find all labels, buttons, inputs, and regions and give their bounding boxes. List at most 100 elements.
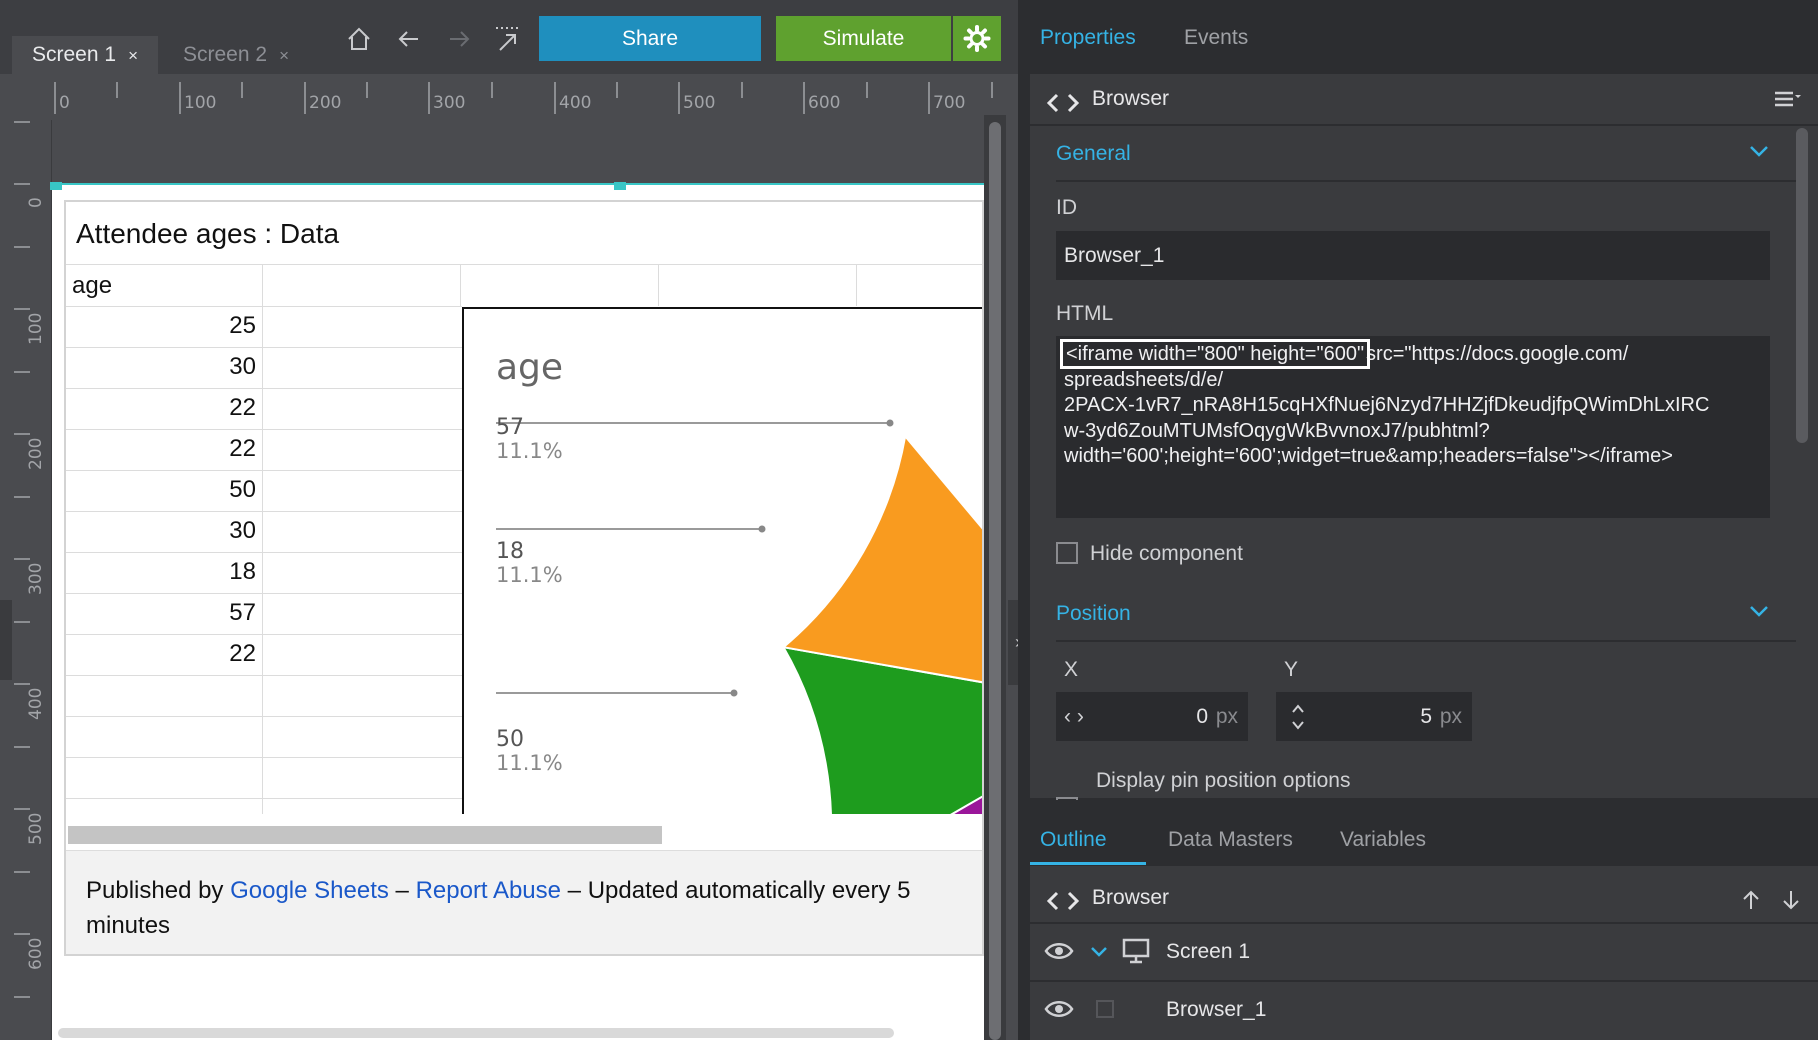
- ruler-label: 300: [26, 562, 46, 595]
- id-label: ID: [1056, 196, 1077, 219]
- selection-outline: [52, 183, 984, 185]
- outline-tabs: Outline Data Masters Variables: [1030, 800, 1818, 866]
- x-field[interactable]: ‹ › 0 px: [1056, 692, 1248, 741]
- monitor-icon: [1122, 938, 1150, 964]
- pie-label-value: 57: [496, 415, 524, 440]
- grid-line: [460, 264, 461, 306]
- canvas-vertical-scrollbar-thumb[interactable]: [989, 122, 1001, 1040]
- age-cell[interactable]: 30: [66, 353, 256, 381]
- grid-line: [66, 798, 462, 799]
- simulate-button[interactable]: Simulate: [776, 16, 951, 61]
- html-text: w-3yd6ZouMTUMsfOqygWkBvvnoxJ7/pubhtml?: [1064, 419, 1490, 442]
- outline-row-label: Browser_1: [1166, 998, 1267, 1021]
- age-cell[interactable]: 22: [66, 640, 256, 668]
- ruler-label: 0: [59, 93, 70, 113]
- outline-row-label: Screen 1: [1166, 940, 1251, 963]
- tab-label: Screen 1: [32, 43, 117, 66]
- eye-icon[interactable]: [1044, 998, 1074, 1020]
- code-brackets-icon: [1046, 93, 1080, 113]
- tab-variables[interactable]: Variables: [1340, 828, 1426, 852]
- html-field[interactable]: <iframe width="800" height="600" src="htt…: [1056, 336, 1770, 518]
- grid-line: [66, 675, 462, 676]
- grid-line: [66, 429, 462, 430]
- y-field[interactable]: 5 px: [1276, 692, 1472, 741]
- chevron-down-icon[interactable]: [1090, 946, 1108, 958]
- move-down-icon[interactable]: [1780, 888, 1802, 912]
- grid-line: [66, 634, 462, 635]
- sheet-title: Attendee ages : Data: [76, 218, 340, 249]
- tab-properties[interactable]: Properties: [1040, 26, 1136, 50]
- tab-events[interactable]: Events: [1184, 26, 1248, 50]
- tab-screen-1[interactable]: Screen 1 ×: [12, 36, 158, 74]
- footer-text: Published by Google Sheets – Report Abus…: [86, 873, 982, 943]
- age-cell[interactable]: 18: [66, 558, 256, 586]
- hide-component-label: Hide component: [1090, 542, 1243, 565]
- ruler-label: 100: [26, 312, 46, 345]
- outline-header-name: Browser: [1092, 886, 1170, 909]
- canvas-horizontal-scrollbar[interactable]: [58, 1028, 894, 1038]
- resize-handle[interactable]: [50, 182, 62, 190]
- outline-row-browser[interactable]: Browser_1: [1030, 982, 1818, 1038]
- chevron-down-icon[interactable]: [1748, 140, 1770, 162]
- outline-row-screen[interactable]: Screen 1: [1030, 924, 1818, 980]
- id-field[interactable]: Browser_1: [1056, 231, 1770, 280]
- eye-icon[interactable]: [1044, 940, 1074, 962]
- tab-data-masters[interactable]: Data Masters: [1168, 828, 1293, 852]
- grid-line: [66, 470, 462, 471]
- share-button[interactable]: Share: [539, 16, 761, 61]
- home-icon[interactable]: [342, 22, 376, 56]
- menu-icon[interactable]: [1773, 88, 1803, 110]
- age-cell[interactable]: 50: [66, 476, 256, 504]
- fit-screen-icon[interactable]: [490, 22, 524, 56]
- outline-panel: Browser Screen 1 Browser_1: [1030, 866, 1818, 1040]
- age-cell[interactable]: 25: [66, 312, 256, 340]
- pie-label-percent: 11.1%: [496, 751, 563, 775]
- checkbox-box[interactable]: [1056, 542, 1078, 564]
- unit-label: px: [1215, 705, 1238, 728]
- properties-tabs: Properties Events: [1030, 0, 1818, 74]
- resize-handle[interactable]: [614, 182, 626, 190]
- y-value: 5: [1420, 705, 1432, 728]
- simulate-settings-gear-icon[interactable]: [953, 16, 1001, 61]
- close-icon[interactable]: ×: [279, 46, 289, 65]
- sheet-footer: Published by Google Sheets – Report Abus…: [66, 850, 982, 954]
- collapse-right-panel-chevron-icon[interactable]: ›: [1008, 600, 1018, 685]
- sheet-horizontal-scrollbar[interactable]: [68, 826, 662, 844]
- chevron-down-icon[interactable]: [1748, 600, 1770, 622]
- age-cell[interactable]: 22: [66, 394, 256, 422]
- ruler-label: 600: [26, 937, 46, 970]
- divider: [1056, 640, 1796, 642]
- age-cell[interactable]: 30: [66, 517, 256, 545]
- footer-prefix: Published by: [86, 877, 231, 904]
- ruler-label: 500: [26, 812, 46, 845]
- ruler-label: 400: [26, 687, 46, 720]
- ruler-label: 700: [933, 93, 966, 113]
- move-up-icon[interactable]: [1740, 888, 1762, 912]
- grid-line: [66, 593, 462, 594]
- section-position-title[interactable]: Position: [1056, 602, 1131, 626]
- properties-scrollbar[interactable]: [1796, 128, 1808, 443]
- back-arrow-icon[interactable]: [392, 22, 426, 56]
- ruler-label: 300: [433, 93, 466, 113]
- grid-line: [66, 388, 462, 389]
- forward-arrow-icon[interactable]: [442, 22, 476, 56]
- report-abuse-link[interactable]: Report Abuse: [416, 877, 561, 904]
- html-label: HTML: [1056, 302, 1114, 325]
- tab-outline[interactable]: Outline: [1040, 828, 1107, 852]
- ruler-label: 600: [808, 93, 841, 113]
- grid-line: [66, 306, 462, 307]
- grid-line: [66, 347, 462, 348]
- age-cell[interactable]: 57: [66, 599, 256, 627]
- y-label: Y: [1284, 658, 1299, 681]
- ruler-label: 200: [309, 93, 342, 113]
- pie-label-value: 18: [496, 539, 524, 564]
- google-sheets-link[interactable]: Google Sheets: [230, 877, 389, 904]
- section-general-title[interactable]: General: [1056, 142, 1131, 166]
- close-icon[interactable]: ×: [128, 46, 138, 65]
- collapse-left-panel-icon[interactable]: [0, 600, 12, 680]
- browser-component[interactable]: Attendee ages : Data age age 57 11.1% 18…: [64, 200, 984, 956]
- age-cell[interactable]: 22: [66, 435, 256, 463]
- pie-label-value: 50: [496, 727, 524, 752]
- hide-component-checkbox[interactable]: [1056, 542, 1078, 564]
- tab-screen-2[interactable]: Screen 2 ×: [163, 36, 309, 74]
